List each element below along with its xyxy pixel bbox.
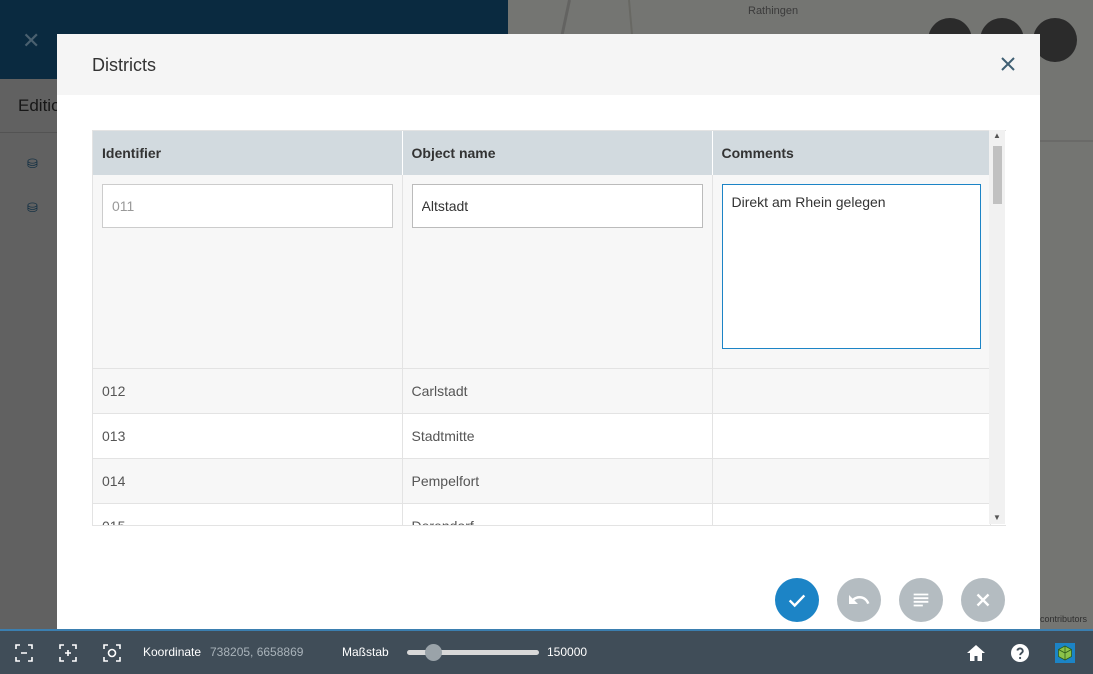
- dialog-header: Districts: [57, 34, 1040, 95]
- undo-icon: [849, 595, 870, 604]
- home-icon[interactable]: [966, 643, 986, 663]
- table-row[interactable]: 012 Carlstadt: [93, 368, 991, 414]
- zoom-extent-icon[interactable]: [14, 643, 34, 663]
- dialog-actions: [775, 578, 1005, 622]
- identifier-cell: 013: [93, 413, 403, 459]
- close-icon: [976, 593, 990, 607]
- confirm-button[interactable]: [775, 578, 819, 622]
- list-icon: [913, 593, 929, 607]
- coordinate-label: Koordinate: [143, 645, 202, 659]
- identifier-field: [102, 184, 393, 228]
- details-button[interactable]: [899, 578, 943, 622]
- column-header-object-name[interactable]: Object name: [402, 131, 713, 175]
- object-name-cell: Pempelfort: [402, 458, 713, 504]
- districts-dialog: Districts Identifier Object name Comment…: [57, 34, 1040, 629]
- comments-field[interactable]: Direkt am Rhein gelegen: [721, 184, 981, 349]
- help-icon[interactable]: [1010, 643, 1030, 663]
- check-icon: [788, 594, 806, 608]
- zoom-in-extent-icon[interactable]: [58, 643, 78, 663]
- status-bar: Koordinate 738205, 6658869 Maßstab 15000…: [0, 629, 1093, 674]
- object-name-cell: Stadtmitte: [402, 413, 713, 459]
- column-header-comments[interactable]: Comments: [712, 131, 991, 175]
- districts-table: Identifier Object name Comments Direkt a…: [92, 130, 1006, 526]
- scale-slider-handle[interactable]: [424, 644, 442, 661]
- comments-cell: [712, 368, 991, 414]
- scale-slider[interactable]: [407, 644, 539, 661]
- table-scrollbar[interactable]: ▲ ▼: [989, 130, 1005, 524]
- column-header-identifier[interactable]: Identifier: [93, 131, 403, 175]
- comments-cell: [712, 458, 991, 504]
- identifier-cell: 015: [93, 503, 403, 525]
- scale-value: 150000: [547, 645, 588, 659]
- locate-icon[interactable]: [102, 643, 122, 663]
- scroll-up-icon[interactable]: ▲: [989, 130, 1005, 142]
- undo-button[interactable]: [837, 578, 881, 622]
- comments-cell: [712, 503, 991, 525]
- table-cell: Direkt am Rhein gelegen: [712, 175, 991, 369]
- table-cell: [93, 175, 403, 369]
- coordinate-value: 738205, 6658869: [210, 645, 304, 659]
- table-row[interactable]: 015 Derendorf: [93, 503, 991, 525]
- object-name-field[interactable]: [411, 184, 703, 228]
- object-name-cell: Carlstadt: [402, 368, 713, 414]
- table-row[interactable]: 013 Stadtmitte: [93, 413, 991, 459]
- comments-cell: [712, 413, 991, 459]
- scrollbar-thumb[interactable]: [993, 146, 1002, 204]
- table-row-editing: Direkt am Rhein gelegen: [93, 175, 991, 369]
- app-logo-icon: [1055, 643, 1075, 663]
- object-name-cell: Derendorf: [402, 503, 713, 525]
- scroll-down-icon[interactable]: ▼: [989, 512, 1005, 524]
- identifier-cell: 012: [93, 368, 403, 414]
- scale-label: Maßstab: [342, 645, 389, 659]
- table-header-row: Identifier Object name Comments: [93, 131, 991, 175]
- identifier-cell: 014: [93, 458, 403, 504]
- table-row[interactable]: 014 Pempelfort: [93, 458, 991, 504]
- cancel-button[interactable]: [961, 578, 1005, 622]
- table-cell: [402, 175, 713, 369]
- dialog-title: Districts: [92, 55, 156, 75]
- close-icon[interactable]: [996, 52, 1020, 76]
